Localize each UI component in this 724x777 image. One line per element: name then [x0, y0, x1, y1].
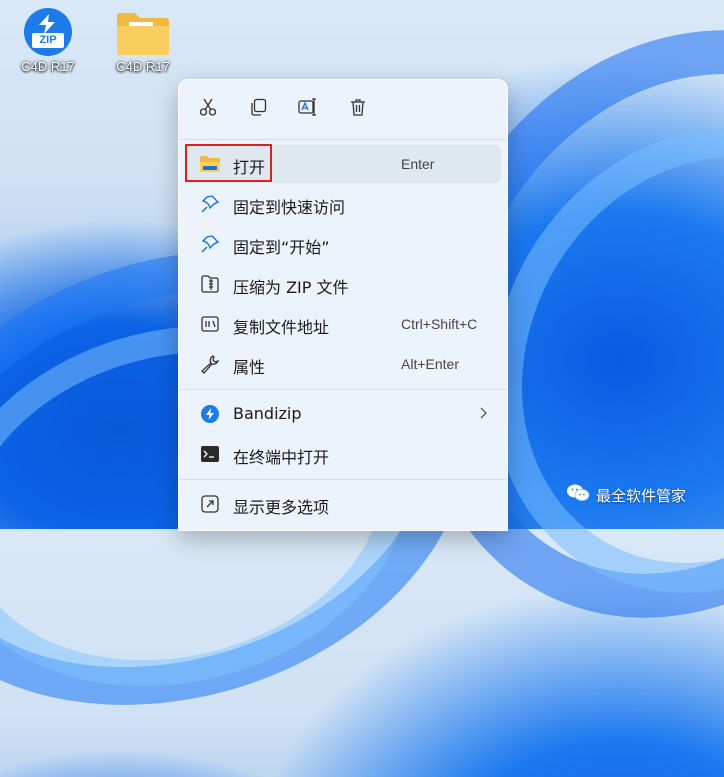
wrench-icon: [199, 353, 221, 375]
rename-icon: [297, 97, 319, 121]
context-menu-toolbar: [179, 80, 507, 138]
menu-item-pin-quick-access[interactable]: 固定到快速访问: [185, 185, 501, 223]
menu-item-copy-path[interactable]: 复制文件地址 Ctrl+Shift+C: [185, 305, 501, 343]
highlight-box: [185, 144, 272, 182]
copy-path-icon: [199, 313, 221, 335]
desktop-icon-label: C4D R17: [21, 59, 75, 74]
menu-item-compress-zip[interactable]: 压缩为 ZIP 文件: [185, 265, 501, 303]
desktop-icon-label: C4D R17: [116, 59, 170, 74]
zip-icon: ZIP: [24, 8, 72, 56]
more-options-icon: [199, 493, 221, 515]
menu-item-label: 复制文件地址: [233, 318, 330, 337]
menu-item-more-options[interactable]: 显示更多选项: [185, 485, 501, 523]
menu-item-pin-start[interactable]: 固定到“开始”: [185, 225, 501, 263]
copy-icon: [248, 97, 268, 121]
menu-item-label: 压缩为 ZIP 文件: [233, 278, 349, 297]
watermark: 最全软件管家: [566, 483, 686, 507]
menu-item-shortcut: Alt+Enter: [401, 356, 459, 372]
menu-item-label: Bandizip: [233, 404, 302, 423]
bandizip-icon: [199, 403, 221, 425]
cut-icon: [198, 97, 218, 121]
menu-item-properties[interactable]: 属性 Alt+Enter: [185, 345, 501, 383]
wechat-icon: [566, 483, 590, 507]
desktop-icon-folder[interactable]: C4D R17: [106, 8, 180, 74]
terminal-icon: [199, 443, 221, 465]
pin-icon: [199, 193, 221, 215]
menu-item-label: 固定到“开始”: [233, 238, 330, 257]
folder-icon: [115, 10, 171, 56]
cut-button[interactable]: [193, 94, 223, 124]
menu-item-shortcut: Enter: [401, 156, 435, 172]
rename-button[interactable]: [293, 94, 323, 124]
menu-item-shortcut: Ctrl+Shift+C: [401, 316, 478, 332]
menu-item-label: 显示更多选项: [233, 498, 330, 517]
chevron-right-icon: [477, 405, 489, 421]
watermark-text: 最全软件管家: [596, 486, 687, 505]
zip-file-icon: [199, 273, 221, 295]
menu-item-label: 在终端中打开: [233, 448, 330, 467]
menu-item-label: 固定到快速访问: [233, 198, 346, 217]
pin-icon: [199, 233, 221, 255]
delete-icon: [348, 97, 368, 121]
delete-button[interactable]: [343, 94, 373, 124]
menu-item-bandizip[interactable]: Bandizip: [185, 395, 501, 433]
menu-item-label: 属性: [233, 358, 266, 377]
menu-item-open-terminal[interactable]: 在终端中打开: [185, 435, 501, 473]
desktop-icon-zip[interactable]: ZIP C4D R17: [11, 8, 85, 74]
copy-button[interactable]: [243, 94, 273, 124]
